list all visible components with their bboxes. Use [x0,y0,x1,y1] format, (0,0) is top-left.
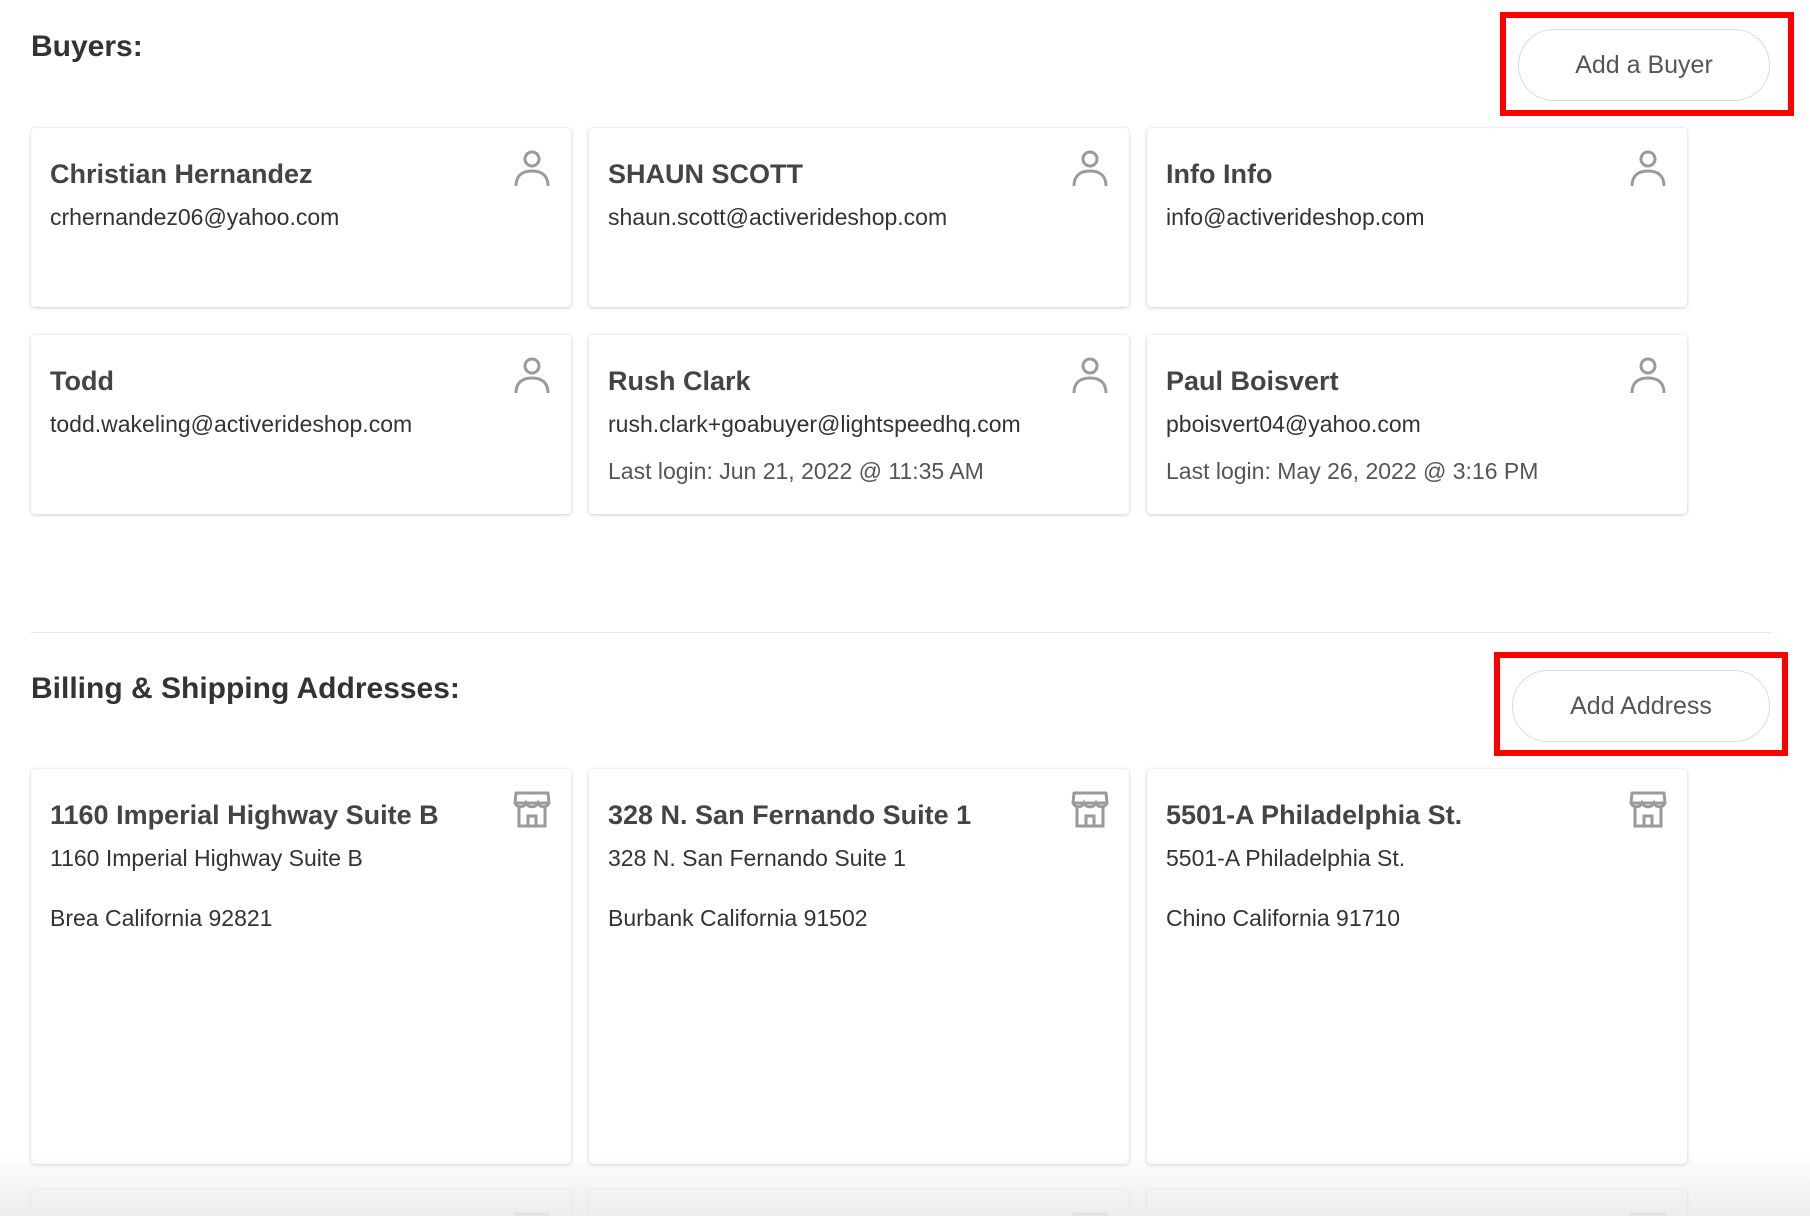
section-divider [31,632,1771,633]
address-title: 1160 Imperial Highway Suite B [50,800,439,830]
address-city-line: Brea California 92821 [50,905,273,931]
addresses-section-title: Billing & Shipping Addresses: [31,672,460,705]
address-card[interactable]: 1160 Imperial Highway Suite B 1160 Imper… [31,769,571,1164]
address-line1: 328 N. San Fernando Suite 1 [608,845,906,871]
user-icon [1630,357,1666,394]
buyer-card[interactable]: Christian Hernandez crhernandez06@yahoo.… [31,128,571,307]
storefront-icon [1629,791,1667,828]
buyer-email: crhernandez06@yahoo.com [50,204,340,230]
buyer-email: info@activerideshop.com [1166,204,1425,230]
buyer-name: Todd [50,366,114,396]
buyer-name: Christian Hernandez [50,159,313,189]
buyer-email: rush.clark+goabuyer@lightspeedhq.com [608,411,1021,437]
buyer-card[interactable]: Paul Boisvert pboisvert04@yahoo.com Last… [1147,335,1687,514]
buyer-name: SHAUN SCOTT [608,159,803,189]
buyer-card[interactable]: Todd todd.wakeling@activerideshop.com [31,335,571,514]
storefront-icon [514,1212,550,1216]
address-city-line: Burbank California 91502 [608,905,868,931]
account-page: Buyers: Add a Buyer Christian Hernandez … [0,0,1810,1216]
buyer-name: Info Info [1166,159,1273,189]
address-city-line: Chino California 91710 [1166,905,1400,931]
buyer-name: Rush Clark [608,366,751,396]
address-card[interactable] [31,1190,571,1216]
user-icon [1072,150,1108,187]
storefront-icon [1630,1212,1666,1216]
buyer-last-login: Last login: Jun 21, 2022 @ 11:35 AM [608,458,984,484]
user-icon [1630,150,1666,187]
storefront-icon [1072,1212,1108,1216]
address-line1: 5501-A Philadelphia St. [1166,845,1406,871]
address-card[interactable]: 328 N. San Fernando Suite 1 328 N. San F… [589,769,1129,1164]
buyer-email: pboisvert04@yahoo.com [1166,411,1421,437]
address-card[interactable]: 5501-A Philadelphia St. 5501-A Philadelp… [1147,769,1687,1164]
user-icon [1072,357,1108,394]
add-buyer-button[interactable]: Add a Buyer [1518,29,1770,101]
storefront-icon [1071,791,1109,828]
address-card[interactable] [1147,1190,1687,1216]
address-title: 328 N. San Fernando Suite 1 [608,800,972,830]
user-icon [514,357,550,394]
address-card[interactable] [589,1190,1129,1216]
address-title: 5501-A Philadelphia St. [1166,800,1463,830]
buyer-card[interactable]: Info Info info@activerideshop.com [1147,128,1687,307]
storefront-icon [513,791,551,828]
buyer-last-login: Last login: May 26, 2022 @ 3:16 PM [1166,458,1539,484]
user-icon [514,150,550,187]
buyer-card[interactable]: SHAUN SCOTT shaun.scott@activerideshop.c… [589,128,1129,307]
address-line1: 1160 Imperial Highway Suite B [50,845,363,871]
buyer-card[interactable]: Rush Clark rush.clark+goabuyer@lightspee… [589,335,1129,514]
buyer-email: todd.wakeling@activerideshop.com [50,411,413,437]
add-address-button[interactable]: Add Address [1512,670,1770,742]
buyers-section-title: Buyers: [31,30,143,63]
buyer-name: Paul Boisvert [1166,366,1339,396]
buyer-email: shaun.scott@activerideshop.com [608,204,948,230]
